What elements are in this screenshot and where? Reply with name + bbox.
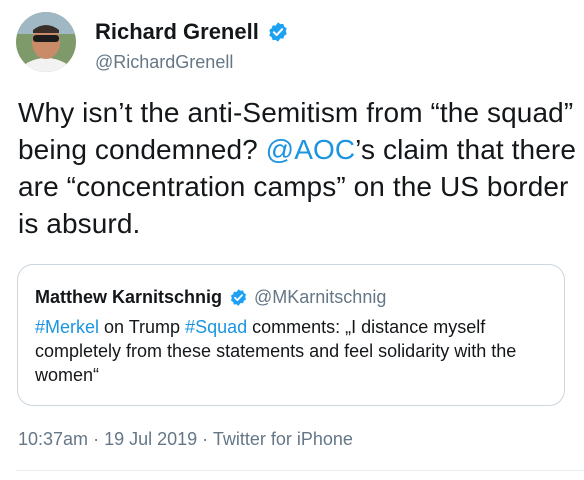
meta-separator: · (88, 429, 105, 449)
meta-separator: · (197, 429, 213, 449)
quoted-author-handle[interactable]: @MKarnitschnig (254, 287, 386, 308)
tweet-source[interactable]: Twitter for iPhone (213, 429, 353, 449)
divider (16, 470, 584, 471)
verified-badge-icon (229, 288, 248, 307)
tweet-card: Richard Grenell @RichardGrenell Why isn’… (0, 0, 584, 480)
quoted-text-part1: on Trump (99, 317, 186, 337)
author-name-text: Richard Grenell (95, 19, 259, 44)
verified-badge-icon (267, 21, 289, 43)
avatar[interactable] (16, 12, 76, 72)
hashtag-link-squad[interactable]: #Squad (185, 317, 247, 337)
tweet-date[interactable]: 19 Jul 2019 (104, 429, 197, 449)
tweet-metadata: 10:37am · 19 Jul 2019 · Twitter for iPho… (18, 429, 353, 450)
avatar-image (16, 12, 76, 72)
author-name[interactable]: Richard Grenell (95, 19, 289, 45)
tweet-time[interactable]: 10:37am (18, 429, 88, 449)
quoted-tweet[interactable]: Matthew Karnitschnig @MKarnitschnig #Mer… (17, 264, 565, 406)
quoted-tweet-text: #Merkel on Trump #Squad comments: „I dis… (35, 315, 555, 387)
mention-link[interactable]: @AOC (266, 134, 356, 165)
tweet-text: Why isn’t the anti-Semitism from “the sq… (18, 94, 578, 242)
hashtag-link-merkel[interactable]: #Merkel (35, 317, 99, 337)
author-handle[interactable]: @RichardGrenell (95, 52, 233, 73)
quoted-tweet-header: Matthew Karnitschnig @MKarnitschnig (35, 287, 386, 308)
quoted-author-name[interactable]: Matthew Karnitschnig (35, 287, 222, 308)
